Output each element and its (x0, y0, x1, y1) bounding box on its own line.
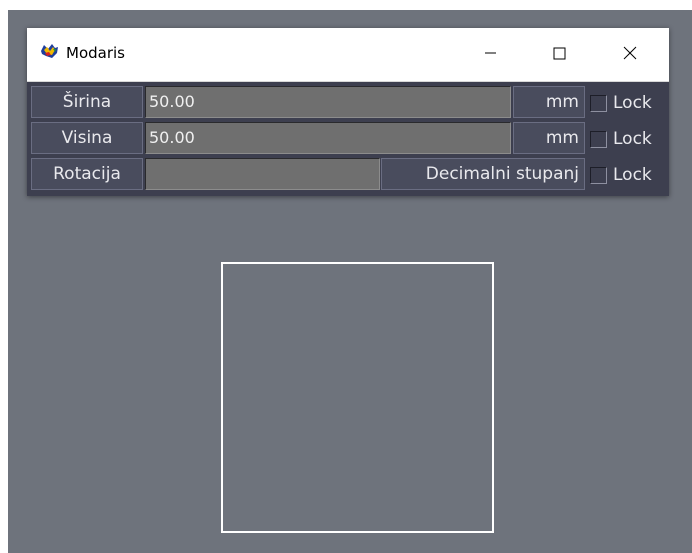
rotacija-input[interactable] (145, 158, 380, 190)
close-button[interactable] (605, 28, 655, 78)
close-icon (623, 46, 637, 60)
square-shape[interactable] (221, 262, 494, 533)
minimize-button[interactable] (465, 28, 515, 78)
window-title: Modaris (66, 44, 125, 62)
visina-lock-label: Lock (613, 129, 652, 149)
sirina-input[interactable]: 50.00 (145, 86, 511, 118)
sirina-lock-label: Lock (613, 93, 652, 113)
visina-input[interactable]: 50.00 (145, 122, 511, 154)
rotacija-button[interactable]: Rotacija (31, 158, 143, 190)
title-bar[interactable]: Modaris (27, 28, 669, 82)
modaris-app-icon (40, 43, 59, 59)
sirina-lock-checkbox[interactable] (590, 95, 607, 112)
visina-button[interactable]: Visina (31, 122, 143, 154)
minimize-icon (485, 52, 496, 54)
rotacija-unit: Decimalni stupanj (381, 158, 585, 190)
visina-lock-checkbox[interactable] (590, 131, 607, 148)
sirina-unit: mm (513, 86, 585, 118)
dimensions-panel: Širina 50.00 mm Lock Visina 50.00 mm Loc… (27, 82, 669, 196)
rotacija-lock-checkbox[interactable] (590, 167, 607, 184)
maximize-button[interactable] (534, 28, 584, 78)
rotacija-lock-label: Lock (613, 165, 652, 185)
sirina-button[interactable]: Širina (31, 86, 143, 118)
modaris-dialog: Modaris Širina 50.00 mm Lock Visina 50.0… (27, 28, 669, 196)
visina-unit: mm (513, 122, 585, 154)
maximize-icon (553, 47, 566, 60)
